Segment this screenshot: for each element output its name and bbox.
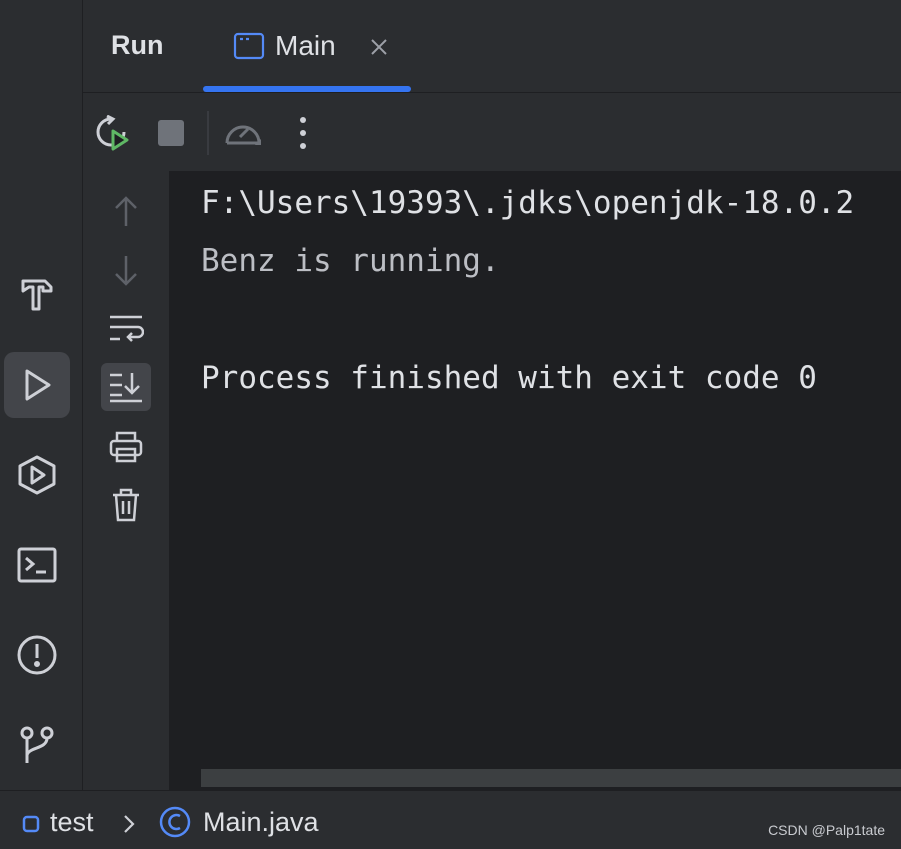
scroll-up-icon [115, 196, 137, 226]
tab-label: Main [275, 30, 336, 61]
run-tool-button[interactable] [4, 352, 70, 418]
git-button[interactable] [4, 712, 70, 778]
rerun-button[interactable] [93, 113, 133, 153]
scroll-down-icon [115, 256, 137, 286]
status-bar: test Main.java CSDN @Palp1tate [0, 790, 901, 849]
console-side-toolbar [83, 171, 170, 790]
trash-icon [113, 488, 139, 522]
class-icon [159, 806, 191, 838]
terminal-button[interactable] [4, 532, 70, 598]
scroll-down-button[interactable] [101, 247, 151, 295]
rerun-icon [96, 115, 129, 151]
module-icon [22, 815, 40, 833]
terminal-icon [17, 547, 57, 583]
services-icon [18, 455, 56, 495]
run-icon [25, 369, 51, 401]
watermark: CSDN @Palp1tate [768, 822, 885, 838]
print-icon [109, 431, 143, 463]
print-button[interactable] [101, 423, 151, 471]
toolbar-separator [207, 111, 209, 155]
scroll-to-end-button[interactable] [101, 363, 151, 411]
problems-button[interactable] [4, 622, 70, 688]
profiler-button[interactable] [223, 113, 263, 153]
application-icon [233, 32, 265, 60]
close-icon[interactable] [369, 37, 389, 57]
services-button[interactable] [4, 442, 70, 508]
git-icon [20, 726, 54, 763]
tool-window-strip [0, 0, 83, 790]
console-line: Benz is running. [201, 243, 500, 279]
more-options-button[interactable] [283, 113, 323, 153]
stop-button[interactable] [151, 113, 191, 153]
problems-icon [17, 635, 57, 675]
scroll-to-end-icon [110, 373, 142, 403]
clear-console-button[interactable] [101, 481, 151, 529]
soft-wrap-icon [110, 315, 144, 342]
console-line: F:\Users\19393\.jdks\openjdk-18.0.2 [201, 185, 855, 221]
console-output[interactable]: F:\Users\19393\.jdks\openjdk-18.0.2 Benz… [170, 171, 901, 790]
build-button[interactable] [4, 260, 70, 326]
chevron-right-icon [124, 815, 135, 833]
soft-wrap-button[interactable] [101, 305, 151, 353]
horizontal-scrollbar[interactable] [201, 769, 901, 787]
stop-icon [158, 120, 184, 146]
more-options-icon [300, 117, 306, 149]
console-line: Process finished with exit code 0 [201, 360, 817, 396]
build-hammer-icon [21, 279, 53, 311]
tab-main[interactable]: Main [203, 0, 411, 92]
profiler-icon [225, 125, 261, 145]
run-toolbar [83, 92, 901, 172]
breadcrumb-file[interactable]: Main.java [203, 807, 319, 838]
tool-window-header: Run Main [83, 0, 901, 92]
tool-window-title: Run [111, 30, 164, 60]
scroll-up-button[interactable] [101, 187, 151, 235]
breadcrumb-module[interactable]: test [50, 807, 94, 838]
